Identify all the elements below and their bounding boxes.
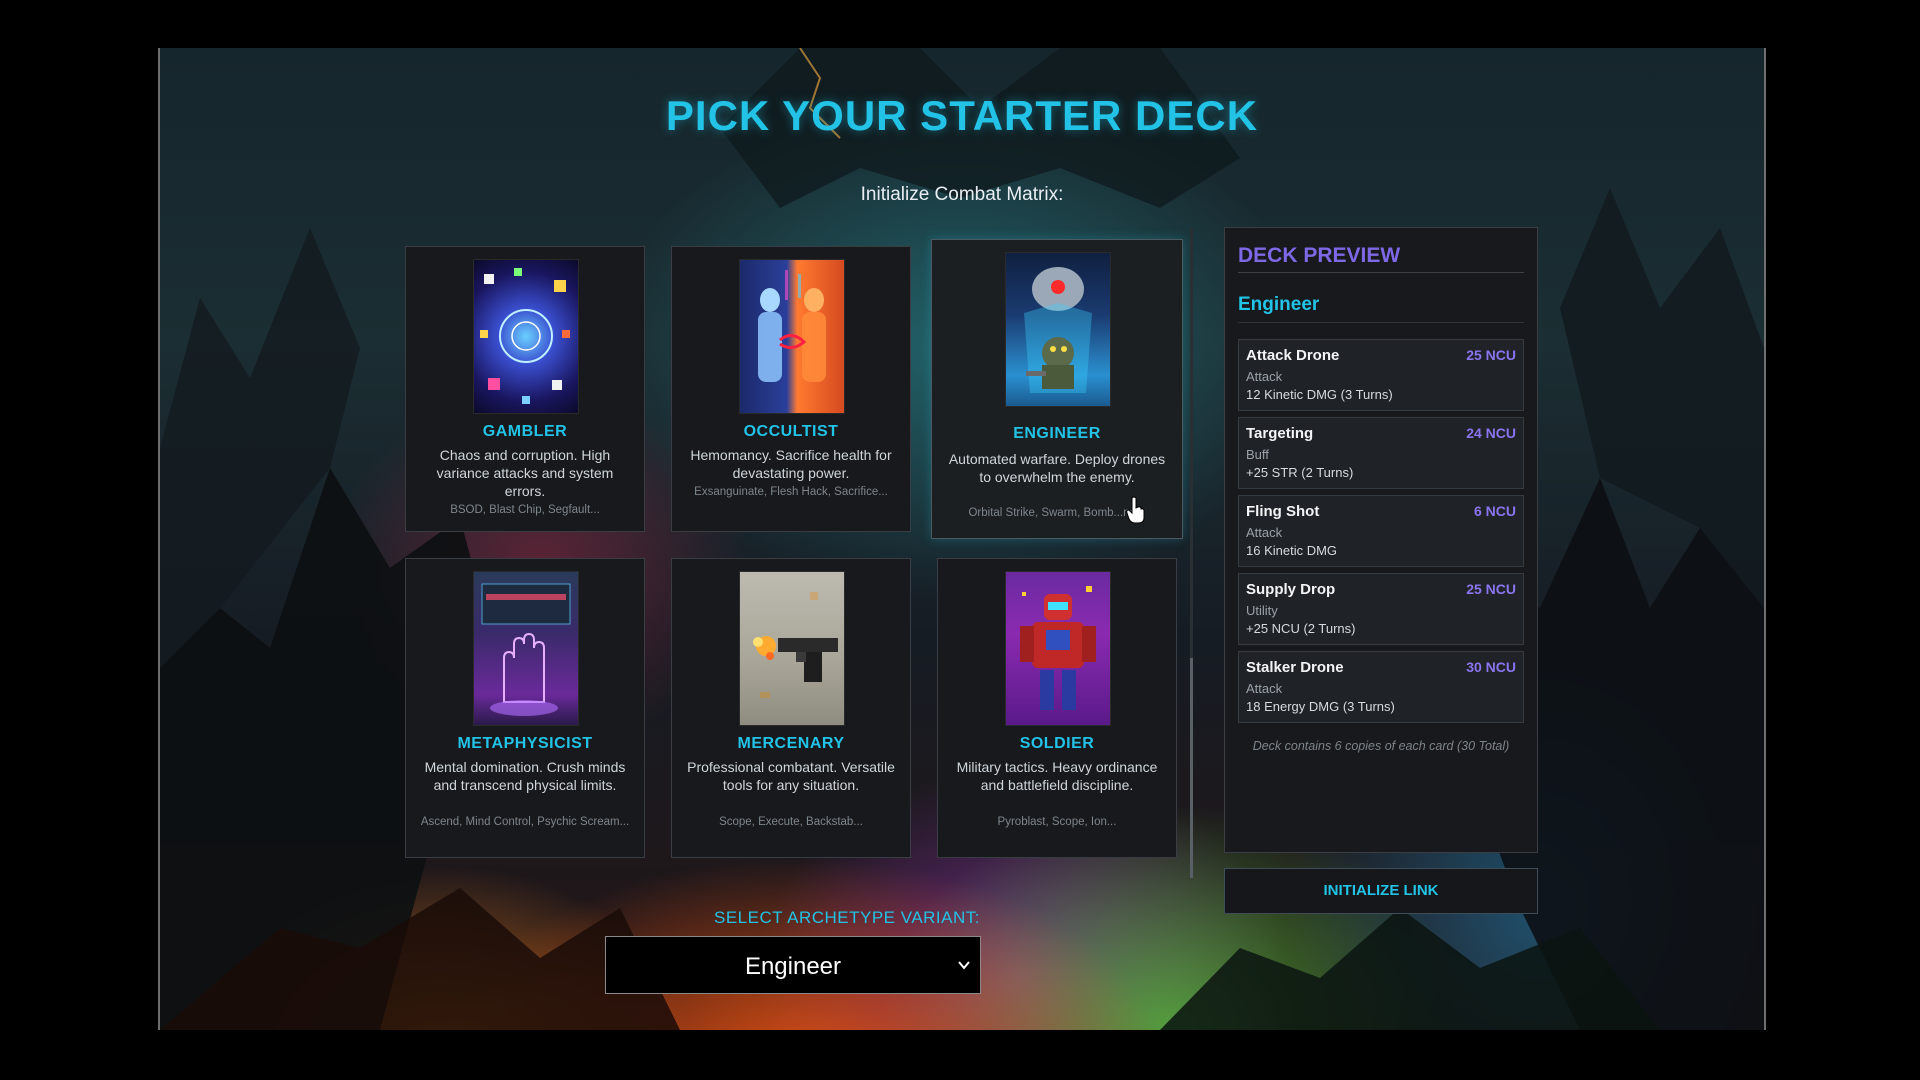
pistol-icon <box>739 571 845 726</box>
variant-selected-value: Engineer <box>744 953 842 980</box>
preview-card-effect: 18 Energy DMG (3 Turns) <box>1246 699 1395 714</box>
archetype-variant-select[interactable]: Engineer <box>605 936 981 994</box>
preview-card-item: Supply Drop 25 NCU Utility +25 NCU (2 Tu… <box>1238 573 1524 645</box>
archetype-description: Chaos and corruption. High variance atta… <box>436 447 614 499</box>
archetype-description: Hemomancy. Sacrifice health for devastat… <box>690 447 892 481</box>
dice-portal-icon <box>473 259 579 414</box>
preview-card-effect: 12 Kinetic DMG (3 Turns) <box>1246 387 1393 402</box>
preview-card-cost: 25 NCU <box>1466 581 1516 597</box>
archetype-name: MERCENARY <box>737 735 845 752</box>
preview-card-item: Stalker Drone 30 NCU Attack 18 Energy DM… <box>1238 651 1524 723</box>
archetype-card-list: Pyroblast, Scope, Ion... <box>997 816 1117 828</box>
preview-card-type: Utility <box>1246 603 1278 618</box>
preview-card-item: Attack Drone 25 NCU Attack 12 Kinetic DM… <box>1238 339 1524 411</box>
archetype-card-metaphysicist[interactable]: METAPHYSICIST Mental domination. Crush m… <box>405 558 645 858</box>
preview-card-name: Attack Drone <box>1246 347 1340 364</box>
preview-card-name: Targeting <box>1246 425 1314 442</box>
preview-card-type: Attack <box>1246 369 1283 384</box>
game-frame: PICK YOUR STARTER DECK Initialize Combat… <box>158 48 1766 1030</box>
archetype-description: Automated warfare. Deploy drones to over… <box>948 451 1166 485</box>
preview-card-type: Attack <box>1246 525 1283 540</box>
preview-card-name: Supply Drop <box>1246 581 1336 598</box>
archetype-card-list: Scope, Execute, Backstab... <box>719 816 863 828</box>
preview-card-item: Targeting 24 NCU Buff +25 STR (2 Turns) <box>1238 417 1524 489</box>
archetype-name: METAPHYSICIST <box>457 735 593 752</box>
card-grid-scrollbar[interactable] <box>1190 228 1193 878</box>
archetype-name: OCCULTIST <box>743 423 839 440</box>
archetype-description: Professional combatant. Versatile tools … <box>687 759 895 793</box>
chevron-down-icon <box>958 961 970 970</box>
game-viewport: PICK YOUR STARTER DECK Initialize Combat… <box>0 0 1920 1080</box>
archetype-card-list: Ascend, Mind Control, Psychic Scream... <box>420 816 630 828</box>
deck-preview-title: DECK PREVIEW <box>1238 244 1524 273</box>
variant-select-label: SELECT ARCHETYPE VARIANT: <box>714 908 980 927</box>
archetype-name: GAMBLER <box>482 423 568 440</box>
archetype-card-soldier[interactable]: SOLDIER Military tactics. Heavy ordinanc… <box>937 558 1177 858</box>
archetype-card-engineer[interactable]: ENGINEER Automated warfare. Deploy drone… <box>931 239 1183 539</box>
armored-soldier-icon <box>1005 571 1111 726</box>
archetype-name: SOLDIER <box>1019 735 1095 752</box>
deck-preview-panel: DECK PREVIEW Engineer Attack Drone 25 NC… <box>1224 227 1538 853</box>
preview-card-name: Fling Shot <box>1246 503 1320 520</box>
archetype-description: Military tactics. Heavy ordinance and ba… <box>956 759 1158 793</box>
psychic-hand-icon <box>473 571 579 726</box>
hand-cursor-icon <box>1126 496 1145 524</box>
preview-card-effect: 16 Kinetic DMG <box>1246 543 1338 558</box>
preview-card-type: Buff <box>1246 447 1269 462</box>
deck-preview-name: Engineer <box>1238 294 1524 323</box>
archetype-card-list: BSOD, Blast Chip, Segfault... <box>450 504 600 516</box>
preview-card-effect: +25 NCU (2 Turns) <box>1246 621 1356 636</box>
drone-robot-icon <box>1005 252 1111 407</box>
archetype-name: ENGINEER <box>1013 425 1101 442</box>
archetype-card-occultist[interactable]: OCCULTIST Hemomancy. Sacrifice health fo… <box>671 246 911 532</box>
initialize-link-button[interactable]: INITIALIZE LINK <box>1224 868 1538 914</box>
page-subtitle: Initialize Combat Matrix: <box>860 184 1064 205</box>
deck-composition-note: Deck contains 6 copies of each card (30 … <box>1252 739 1510 753</box>
preview-card-type: Attack <box>1246 681 1283 696</box>
archetype-card-gambler[interactable]: GAMBLER Chaos and corruption. High varia… <box>405 246 645 532</box>
preview-card-cost: 6 NCU <box>1473 503 1516 519</box>
blood-figures-icon <box>739 259 845 414</box>
preview-card-cost: 24 NCU <box>1466 425 1516 441</box>
preview-card-name: Stalker Drone <box>1246 659 1344 676</box>
scrollbar-thumb[interactable] <box>1190 658 1193 878</box>
preview-card-effect: +25 STR (2 Turns) <box>1246 465 1354 480</box>
archetype-card-list: Exsanguinate, Flesh Hack, Sacrifice... <box>694 486 888 498</box>
archetype-card-mercenary[interactable]: MERCENARY Professional combatant. Versat… <box>671 558 911 858</box>
page-title: PICK YOUR STARTER DECK <box>665 92 1259 139</box>
archetype-description: Mental domination. Crush minds and trans… <box>424 759 626 793</box>
preview-card-cost: 25 NCU <box>1466 347 1516 363</box>
preview-card-cost: 30 NCU <box>1466 659 1516 675</box>
preview-card-item: Fling Shot 6 NCU Attack 16 Kinetic DMG <box>1238 495 1524 567</box>
